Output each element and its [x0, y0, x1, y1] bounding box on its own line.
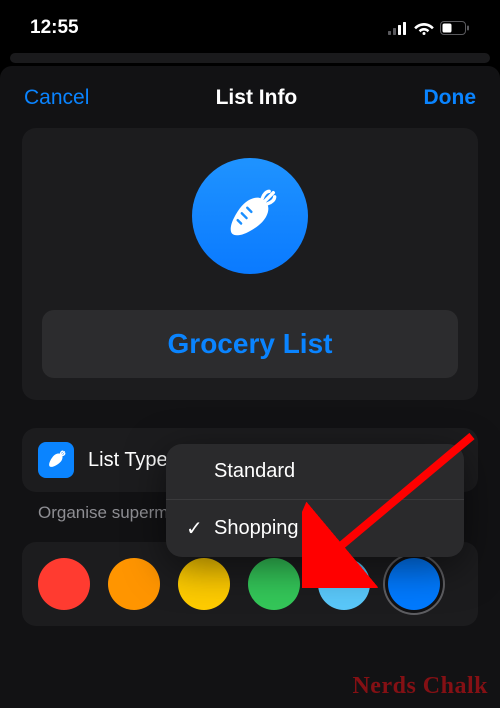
modal-sheet: Cancel List Info Done [0, 66, 500, 708]
cellular-icon [388, 22, 408, 35]
sheet-background-layer [10, 53, 490, 63]
status-time: 12:55 [30, 17, 79, 39]
watermark: Nerds Chalk [352, 673, 488, 700]
cancel-button[interactable]: Cancel [24, 86, 89, 110]
list-type-icon-badge [38, 442, 74, 478]
carrot-icon [219, 185, 281, 247]
battery-icon [440, 21, 470, 35]
check-icon: ✓ [186, 516, 204, 541]
color-swatch-blue[interactable] [388, 558, 440, 610]
list-identity-card [22, 128, 478, 400]
color-swatch-red[interactable] [38, 558, 90, 610]
done-button[interactable]: Done [424, 86, 477, 110]
wifi-icon [414, 21, 434, 35]
color-swatch-yellow[interactable] [178, 558, 230, 610]
menu-item-shopping[interactable]: ✓ Shopping [166, 500, 464, 557]
status-icons [388, 21, 470, 35]
list-name-input[interactable] [54, 328, 446, 360]
list-icon-circle [192, 158, 308, 274]
list-type-menu: Standard ✓ Shopping [166, 444, 464, 557]
menu-item-label: Shopping [214, 517, 299, 540]
color-swatch-lightblue[interactable] [318, 558, 370, 610]
status-bar: 12:55 [0, 0, 500, 50]
color-swatch-orange[interactable] [108, 558, 160, 610]
menu-item-standard[interactable]: Standard [166, 444, 464, 500]
carrot-icon [45, 449, 67, 471]
menu-item-label: Standard [214, 460, 295, 483]
color-swatch-green[interactable] [248, 558, 300, 610]
page-title: List Info [216, 86, 298, 110]
nav-bar: Cancel List Info Done [0, 66, 500, 128]
list-icon-hero[interactable] [42, 158, 458, 274]
list-name-field[interactable] [42, 310, 458, 378]
